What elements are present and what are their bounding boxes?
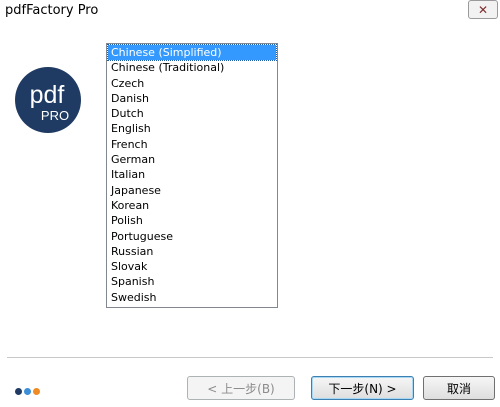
language-listbox[interactable]: Chinese (Simplified) Chinese (Traditional… (106, 43, 278, 308)
logo-text-pro: PRO (41, 108, 69, 123)
language-list-item[interactable]: Slovak (108, 259, 276, 274)
language-list-item[interactable]: Dutch (108, 106, 276, 121)
back-button[interactable]: < 上一步(B) (187, 376, 295, 400)
language-list-item[interactable]: German (108, 152, 276, 167)
title-bar: pdfFactory Pro ✕ (0, 0, 500, 26)
close-button[interactable]: ✕ (468, 0, 498, 19)
progress-dot (24, 388, 31, 395)
pdffactory-logo: pdf PRO (15, 67, 81, 133)
next-button[interactable]: 下一步(N) > (311, 376, 414, 400)
language-list-item[interactable]: Polish (108, 213, 276, 228)
language-list-item[interactable]: French (108, 137, 276, 152)
language-list-item[interactable]: Spanish (108, 274, 276, 289)
cancel-button[interactable]: 取消 (423, 376, 495, 400)
logo-text-pdf: pdf (30, 81, 65, 109)
language-list-item[interactable]: Russian (108, 244, 276, 259)
language-list-item[interactable]: Chinese (Simplified) (107, 44, 277, 62)
language-list-item[interactable]: English (108, 121, 276, 136)
language-list-item[interactable]: Swedish (108, 290, 276, 305)
language-list-item[interactable]: Danish (108, 91, 276, 106)
language-list-item[interactable]: Korean (108, 198, 276, 213)
close-icon: ✕ (477, 2, 489, 17)
language-list-item[interactable]: Japanese (108, 183, 276, 198)
progress-dot (33, 388, 40, 395)
language-list-item[interactable]: Czech (108, 76, 276, 91)
language-list-item[interactable]: Portuguese (108, 229, 276, 244)
footer-separator (7, 357, 493, 358)
language-list-item[interactable]: Italian (108, 167, 276, 182)
progress-dots (15, 388, 40, 395)
installer-window: pdfFactory Pro ✕ pdf PRO Chinese (Simpli… (0, 0, 500, 407)
language-list-item[interactable]: Chinese (Traditional) (108, 60, 276, 75)
progress-dot (15, 388, 22, 395)
window-title: pdfFactory Pro (5, 3, 99, 18)
